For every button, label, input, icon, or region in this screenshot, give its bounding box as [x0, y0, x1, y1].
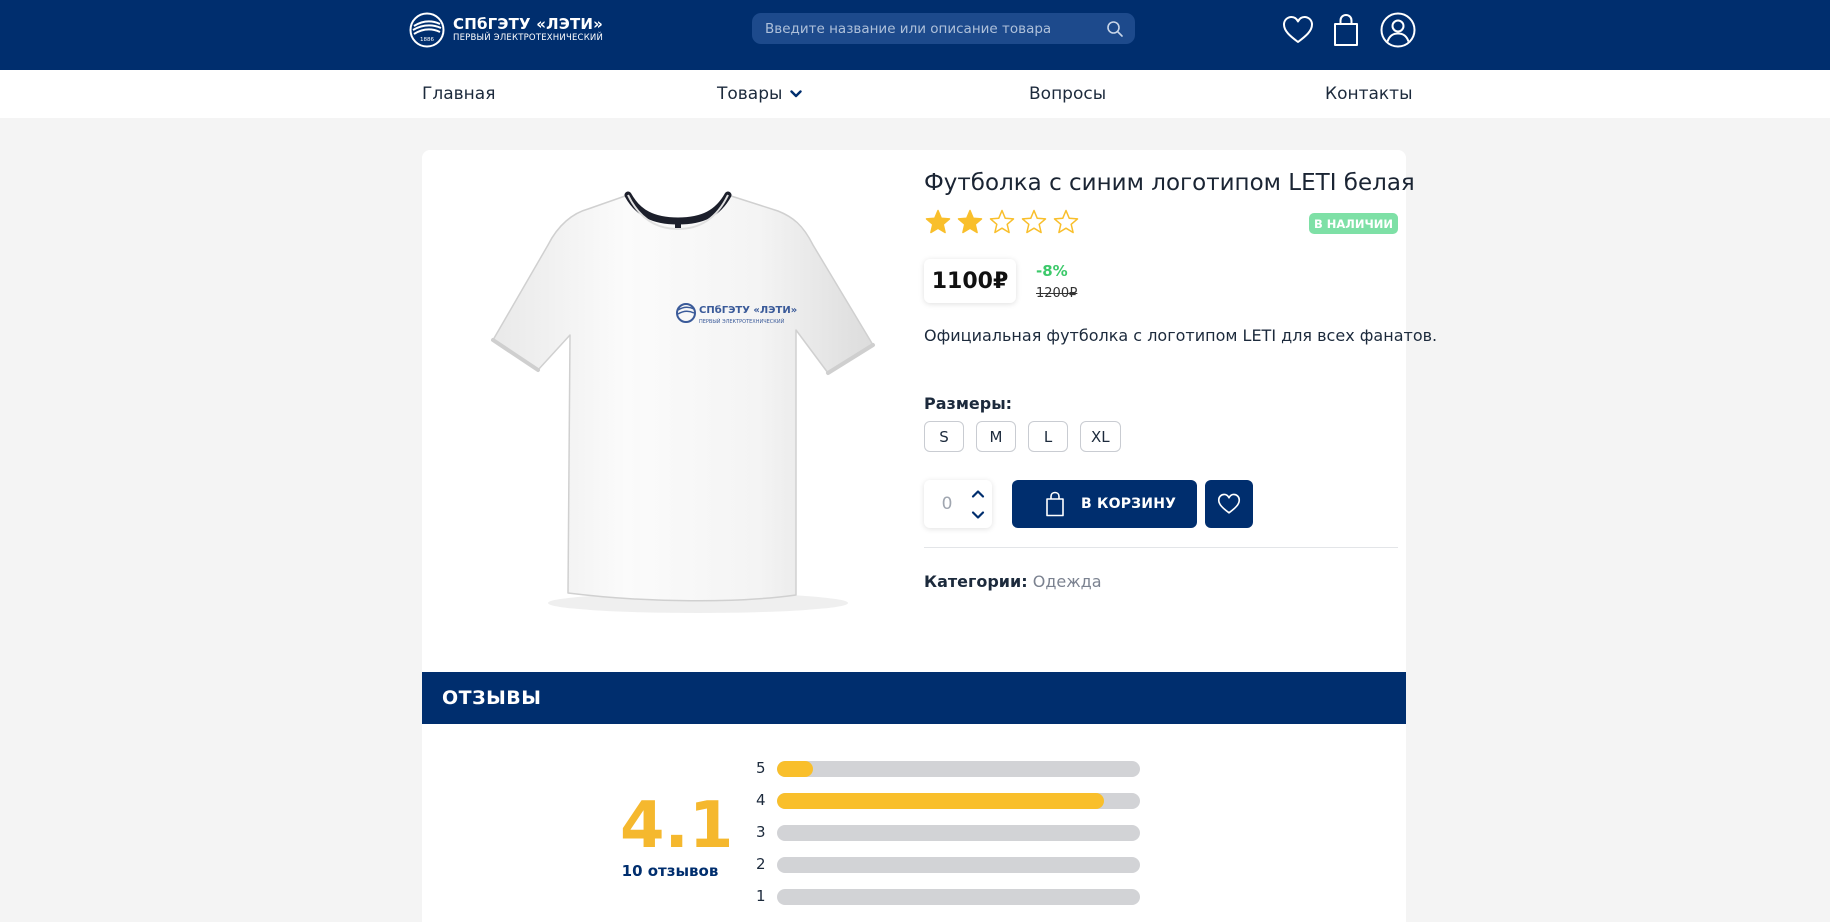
nav-item-label: Главная	[422, 84, 496, 104]
star-empty-icon	[1021, 209, 1047, 234]
rating-bar-track	[777, 825, 1140, 841]
chevron-up-icon[interactable]	[970, 487, 986, 501]
divider	[924, 547, 1398, 548]
shopping-bag-icon	[1334, 13, 1358, 46]
favorites-button[interactable]	[1280, 12, 1316, 48]
size-option-xl[interactable]: XL	[1080, 421, 1121, 452]
nav-item-products[interactable]: Товары	[717, 70, 803, 118]
add-to-cart-label: В КОРЗИНУ	[1081, 496, 1177, 512]
product-price: 1100₽	[924, 259, 1016, 303]
sizes-label: Размеры:	[924, 394, 1013, 413]
nav-item-label: Контакты	[1325, 84, 1413, 104]
svg-text:1886: 1886	[420, 37, 434, 43]
rating-row-label: 2	[756, 855, 766, 873]
product-image[interactable]: СПбГЭТУ «ЛЭТИ» ПЕРВЫЙ ЭЛЕКТРОТЕХНИЧЕСКИЙ	[478, 185, 908, 635]
search-input[interactable]	[765, 13, 1095, 44]
star-empty-icon	[1053, 209, 1079, 234]
stock-badge: В НАЛИЧИИ	[1309, 213, 1398, 234]
categories-label: Категории:	[924, 572, 1028, 591]
old-price: 1200₽	[1036, 286, 1078, 301]
quantity-stepper: 0	[924, 480, 992, 528]
rating-bar-fill	[777, 793, 1104, 809]
reviews-header: ОТЗЫВЫ	[422, 672, 1406, 724]
rating-bar-fill	[777, 761, 814, 777]
shopping-bag-icon	[1046, 491, 1064, 517]
discount-label: -8%	[1036, 262, 1068, 280]
size-option-l[interactable]: L	[1028, 421, 1068, 452]
nav-item-contacts[interactable]: Контакты	[1325, 70, 1413, 118]
star-filled-icon	[957, 209, 983, 234]
reviews-title: ОТЗЫВЫ	[442, 687, 542, 709]
rating-row-label: 4	[756, 791, 766, 809]
heart-icon	[1283, 16, 1313, 43]
chevron-down-icon	[790, 90, 803, 98]
star-filled-icon	[925, 209, 951, 234]
rating-bar-track	[777, 857, 1140, 873]
site-logo[interactable]: 1886 СПбГЭТУ «ЛЭТИ» ПЕРВЫЙ ЭЛЕКТРОТЕХНИЧ…	[409, 12, 603, 48]
logo-title: СПбГЭТУ «ЛЭТИ»	[453, 15, 604, 33]
leti-logo-mark: 1886	[409, 12, 445, 48]
chevron-down-icon[interactable]	[970, 508, 986, 522]
nav-item-label: Вопросы	[1029, 84, 1107, 104]
main-nav: Главная Товары Вопросы Контакты	[0, 70, 1830, 118]
svg-text:ПЕРВЫЙ ЭЛЕКТРОТЕХНИЧЕСКИЙ: ПЕРВЫЙ ЭЛЕКТРОТЕХНИЧЕСКИЙ	[699, 318, 785, 325]
product-title: Футболка с синим логотипом LETI белая	[924, 170, 1415, 196]
rating-row-label: 3	[756, 823, 766, 841]
rating-bar-track	[777, 761, 1140, 777]
reviews-count: 10 отзывов	[621, 862, 719, 880]
heart-icon	[1217, 493, 1241, 514]
product-description: Официальная футболка с логотипом LETI дл…	[924, 326, 1438, 345]
cart-button[interactable]	[1328, 12, 1364, 48]
product-rating	[924, 208, 1084, 236]
size-option-m[interactable]: M	[976, 421, 1016, 452]
category-link[interactable]: Одежда	[1033, 572, 1102, 591]
search-icon[interactable]	[1106, 20, 1124, 38]
add-to-favorites-button[interactable]	[1205, 480, 1253, 528]
rating-row-label: 5	[756, 759, 766, 777]
nav-item-home[interactable]: Главная	[422, 70, 495, 118]
size-options: S M L XL	[924, 421, 1133, 452]
rating-row-label: 1	[756, 887, 766, 905]
site-header: 1886 СПбГЭТУ «ЛЭТИ» ПЕРВЫЙ ЭЛЕКТРОТЕХНИЧ…	[0, 0, 1830, 70]
nav-item-faq[interactable]: Вопросы	[1029, 70, 1106, 118]
logo-subtitle: ПЕРВЫЙ ЭЛЕКТРОТЕХНИЧЕСКИЙ	[453, 33, 604, 43]
profile-button[interactable]	[1380, 12, 1416, 48]
product-categories: Категории: Одежда	[924, 572, 1102, 591]
add-to-cart-button[interactable]: В КОРЗИНУ	[1012, 480, 1197, 528]
quantity-value[interactable]: 0	[924, 480, 970, 528]
svg-text:СПбГЭТУ «ЛЭТИ»: СПбГЭТУ «ЛЭТИ»	[699, 304, 797, 316]
rating-bar-track	[777, 793, 1140, 809]
nav-item-label: Товары	[717, 84, 783, 104]
star-empty-icon	[989, 209, 1015, 234]
search-bar	[752, 13, 1135, 44]
user-icon	[1380, 12, 1416, 48]
rating-bar-track	[777, 889, 1140, 905]
average-rating: 4.1	[620, 789, 734, 863]
size-option-s[interactable]: S	[924, 421, 964, 452]
